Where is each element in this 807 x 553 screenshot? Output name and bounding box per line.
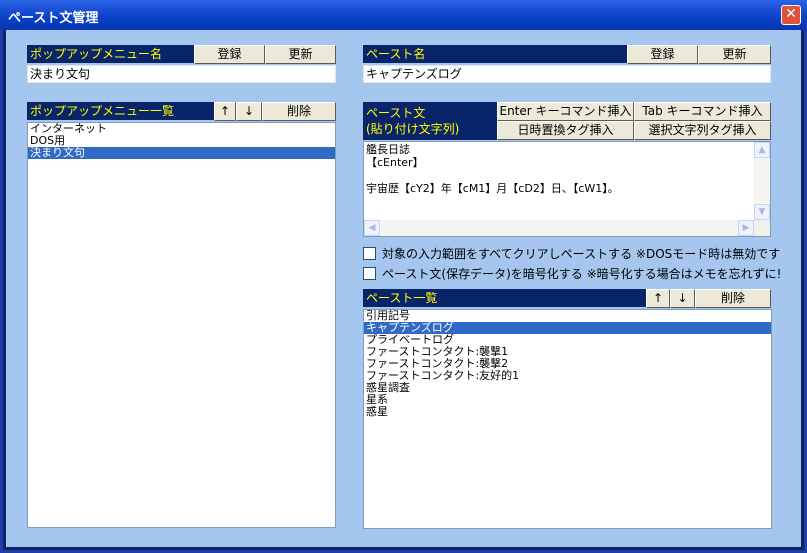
paste-move-down-button[interactable]: ↓: [670, 289, 695, 308]
clear-input-checkbox[interactable]: [363, 247, 376, 260]
title-bar[interactable]: ペースト文管理 ✕: [0, 0, 807, 30]
paste-register-button[interactable]: 登録: [627, 45, 698, 64]
paste-name-header: ペースト名: [363, 45, 627, 63]
horizontal-scrollbar[interactable]: ◀ ▶: [364, 220, 754, 236]
popup-menu-list-header: ポップアップメニュー一覧: [27, 102, 214, 120]
clear-input-option[interactable]: 対象の入力範囲をすべてクリアしペーストする ※DOSモード時は無効です: [363, 246, 780, 262]
paste-text-header-subtitle: (貼り付け文字列): [366, 122, 460, 136]
client-area: ポップアップメニュー名 登録 更新 決まり文句 ポップアップメニュー一覧 ↑ ↓…: [6, 30, 801, 547]
menu-update-button[interactable]: 更新: [265, 45, 336, 64]
menu-move-up-button[interactable]: ↑: [214, 102, 236, 121]
encrypt-label: ペースト文(保存データ)を暗号化する ※暗号化する場合はメモを忘れずに!: [382, 267, 782, 281]
text-line: [364, 169, 770, 182]
paste-list-header: ペースト一覧: [363, 289, 646, 307]
encrypt-option[interactable]: ペースト文(保存データ)を暗号化する ※暗号化する場合はメモを忘れずに!: [363, 266, 781, 282]
list-item[interactable]: インターネット: [28, 123, 335, 135]
paste-listbox[interactable]: 引用記号 キャプテンズログ プライベートログ ファーストコンタクト:襲撃1 ファーストコ…: [363, 309, 772, 529]
menu-delete-button[interactable]: 削除: [262, 102, 336, 121]
close-button[interactable]: ✕: [781, 5, 801, 25]
menu-move-down-button[interactable]: ↓: [236, 102, 262, 121]
menu-register-button[interactable]: 登録: [194, 45, 265, 64]
list-item[interactable]: 決まり文句: [28, 147, 335, 159]
paste-text-area[interactable]: 艦長日誌 【cEnter】宇宙歴【cY2】年【cM1】月【cD2】日、【cW1】。…: [363, 141, 771, 237]
list-item[interactable]: ファーストコンタクト:友好的1: [364, 370, 771, 382]
list-item[interactable]: 星系: [364, 394, 771, 406]
paste-delete-button[interactable]: 削除: [695, 289, 771, 308]
insert-datetime-tag-button[interactable]: 日時置換タグ挿入: [497, 121, 634, 140]
list-item[interactable]: 惑星: [364, 406, 771, 418]
insert-selection-tag-button[interactable]: 選択文字列タグ挿入: [634, 121, 771, 140]
paste-text-header-title: ペースト文: [366, 106, 426, 120]
paste-name-input[interactable]: キャプテンズログ: [363, 65, 771, 83]
scroll-down-icon[interactable]: ▼: [754, 204, 770, 220]
popup-menu-name-input[interactable]: 決まり文句: [27, 65, 336, 83]
paste-text-header: ペースト文 (貼り付け文字列): [363, 102, 497, 140]
encrypt-checkbox[interactable]: [363, 267, 376, 280]
main-window: ペースト文管理 ✕ ポップアップメニュー名 登録 更新 決まり文句 ポップアップ…: [0, 0, 807, 553]
scroll-right-icon[interactable]: ▶: [738, 220, 754, 236]
insert-enter-command-button[interactable]: Enter キーコマンド挿入: [497, 102, 634, 121]
clear-input-label: 対象の入力範囲をすべてクリアしペーストする ※DOSモード時は無効です: [382, 247, 781, 261]
list-item[interactable]: 惑星調査: [364, 382, 771, 394]
vertical-scrollbar[interactable]: ▲ ▼: [754, 142, 770, 220]
scroll-up-icon[interactable]: ▲: [754, 142, 770, 158]
popup-menu-listbox[interactable]: インターネット DOS用 決まり文句: [27, 122, 336, 528]
paste-update-button[interactable]: 更新: [698, 45, 771, 64]
paste-text-content: 艦長日誌 【cEnter】宇宙歴【cY2】年【cM1】月【cD2】日、【cW1】。: [364, 142, 770, 195]
window-title: ペースト文管理: [8, 11, 99, 26]
scrollbar-corner: [754, 220, 770, 236]
text-line: 艦長日誌: [366, 143, 410, 156]
popup-menu-name-header: ポップアップメニュー名: [27, 45, 194, 63]
paste-move-up-button[interactable]: ↑: [646, 289, 670, 308]
scroll-left-icon[interactable]: ◀: [364, 220, 380, 236]
text-line: 宇宙歴【cY2】年【cM1】月【cD2】日、【cW1】。: [366, 182, 619, 195]
text-line: 【cEnter】: [366, 156, 424, 169]
insert-tab-command-button[interactable]: Tab キーコマンド挿入: [634, 102, 771, 121]
